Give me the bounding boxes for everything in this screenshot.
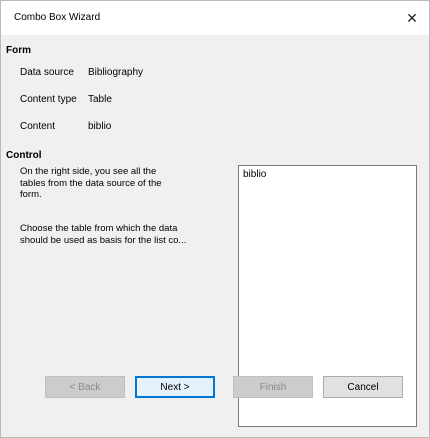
description-line: Choose the table from which the data — [20, 223, 178, 234]
content-type-label: Content type — [20, 94, 77, 105]
data-source-label: Data source — [20, 67, 74, 78]
form-section-title: Form — [6, 45, 31, 56]
control-section-title: Control — [6, 150, 42, 161]
combo-box-wizard-window: Combo Box Wizard ✕ Form Data source Bibl… — [0, 0, 430, 438]
table-choice-description: Choose the table from which the data sho… — [20, 223, 220, 246]
cancel-button[interactable]: Cancel — [323, 376, 403, 398]
description-line: should be used as basis for the list co.… — [20, 234, 187, 246]
content-value: biblio — [88, 121, 112, 132]
next-button[interactable]: Next > — [135, 376, 215, 398]
description-line: On the right side, you see all the — [20, 166, 157, 177]
finish-button[interactable]: Finish — [233, 376, 313, 398]
control-description: On the right side, you see all the table… — [20, 166, 220, 201]
content-type-value: Table — [88, 94, 112, 105]
data-source-value: Bibliography — [88, 67, 144, 78]
description-line: tables from the data source of the — [20, 177, 162, 189]
title-bar: Combo Box Wizard ✕ — [1, 1, 429, 35]
list-item[interactable]: biblio — [243, 169, 266, 180]
back-button[interactable]: < Back — [45, 376, 125, 398]
description-line: form. — [20, 189, 42, 200]
window-title: Combo Box Wizard — [14, 12, 101, 23]
content-label: Content — [20, 121, 56, 132]
close-icon[interactable]: ✕ — [395, 1, 429, 35]
